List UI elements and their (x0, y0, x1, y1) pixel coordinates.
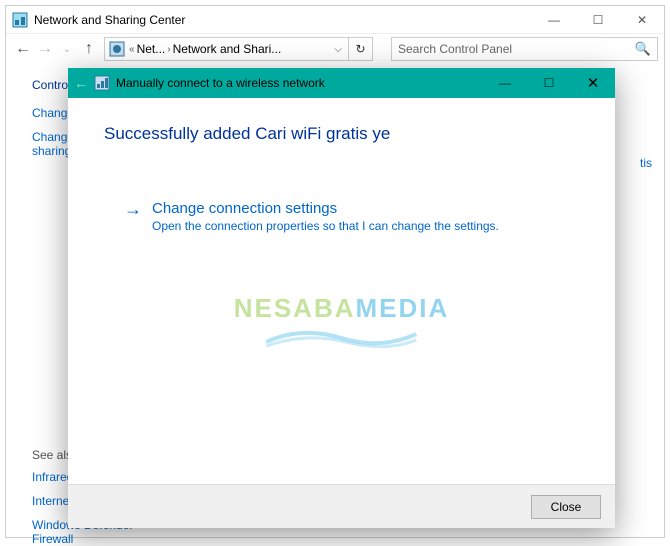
breadcrumb-seg2[interactable]: Network and Shari... (173, 42, 282, 56)
minimize-button[interactable]: — (532, 6, 576, 33)
close-button[interactable]: ✕ (620, 6, 664, 33)
back-button[interactable]: ← (12, 38, 34, 60)
maximize-button[interactable]: ☐ (576, 6, 620, 33)
breadcrumb-chevron-icon: › (167, 44, 170, 55)
option-description: Open the connection properties so that I… (152, 219, 499, 233)
option-label: Change connection settings (152, 200, 499, 217)
dialog-minimize-button[interactable]: — (483, 68, 527, 98)
main-window-title: Network and Sharing Center (34, 13, 532, 27)
breadcrumb-seg1[interactable]: Net... (137, 42, 166, 56)
success-heading: Successfully added Cari wiFi gratis ye (104, 124, 579, 144)
search-placeholder: Search Control Panel (398, 42, 512, 56)
breadcrumb[interactable]: « Net... › Network and Shari... ⌵ (104, 37, 349, 61)
truncated-link-peek[interactable]: tis (640, 156, 652, 170)
dialog-maximize-button[interactable]: ☐ (527, 68, 571, 98)
refresh-button[interactable]: ↻ (349, 37, 373, 61)
forward-button[interactable]: → (34, 38, 56, 60)
network-icon (109, 41, 125, 57)
change-connection-settings-option[interactable]: → Change connection settings Open the co… (124, 200, 579, 233)
control-panel-icon (12, 12, 28, 28)
search-input[interactable]: Search Control Panel 🔍 (391, 37, 658, 61)
breadcrumb-dropdown-icon[interactable]: ⌵ (334, 44, 342, 55)
dialog-title: Manually connect to a wireless network (116, 76, 325, 90)
dialog-back-icon[interactable]: ← (74, 75, 88, 91)
watermark: NESABAMEDIA (234, 293, 450, 350)
recent-locations-button[interactable]: ⌄ (56, 38, 78, 60)
close-button[interactable]: Close (531, 495, 601, 519)
watermark-wave-icon (261, 324, 421, 350)
dialog-close-x[interactable]: ✕ (571, 68, 615, 98)
manually-connect-dialog: ← Manually connect to a wireless network… (68, 68, 615, 528)
breadcrumb-chevron-icon: « (129, 44, 135, 55)
up-button[interactable]: ↑ (78, 38, 100, 60)
dialog-footer: Close (68, 484, 615, 528)
search-icon[interactable]: 🔍 (635, 41, 651, 57)
wireless-icon (94, 75, 110, 91)
dialog-titlebar: ← Manually connect to a wireless network… (68, 68, 615, 98)
nav-toolbar: ← → ⌄ ↑ « Net... › Network and Shari... … (6, 34, 664, 64)
arrow-right-icon: → (124, 200, 142, 218)
main-titlebar: Network and Sharing Center — ☐ ✕ (6, 6, 664, 34)
window-controls: — ☐ ✕ (532, 6, 664, 33)
